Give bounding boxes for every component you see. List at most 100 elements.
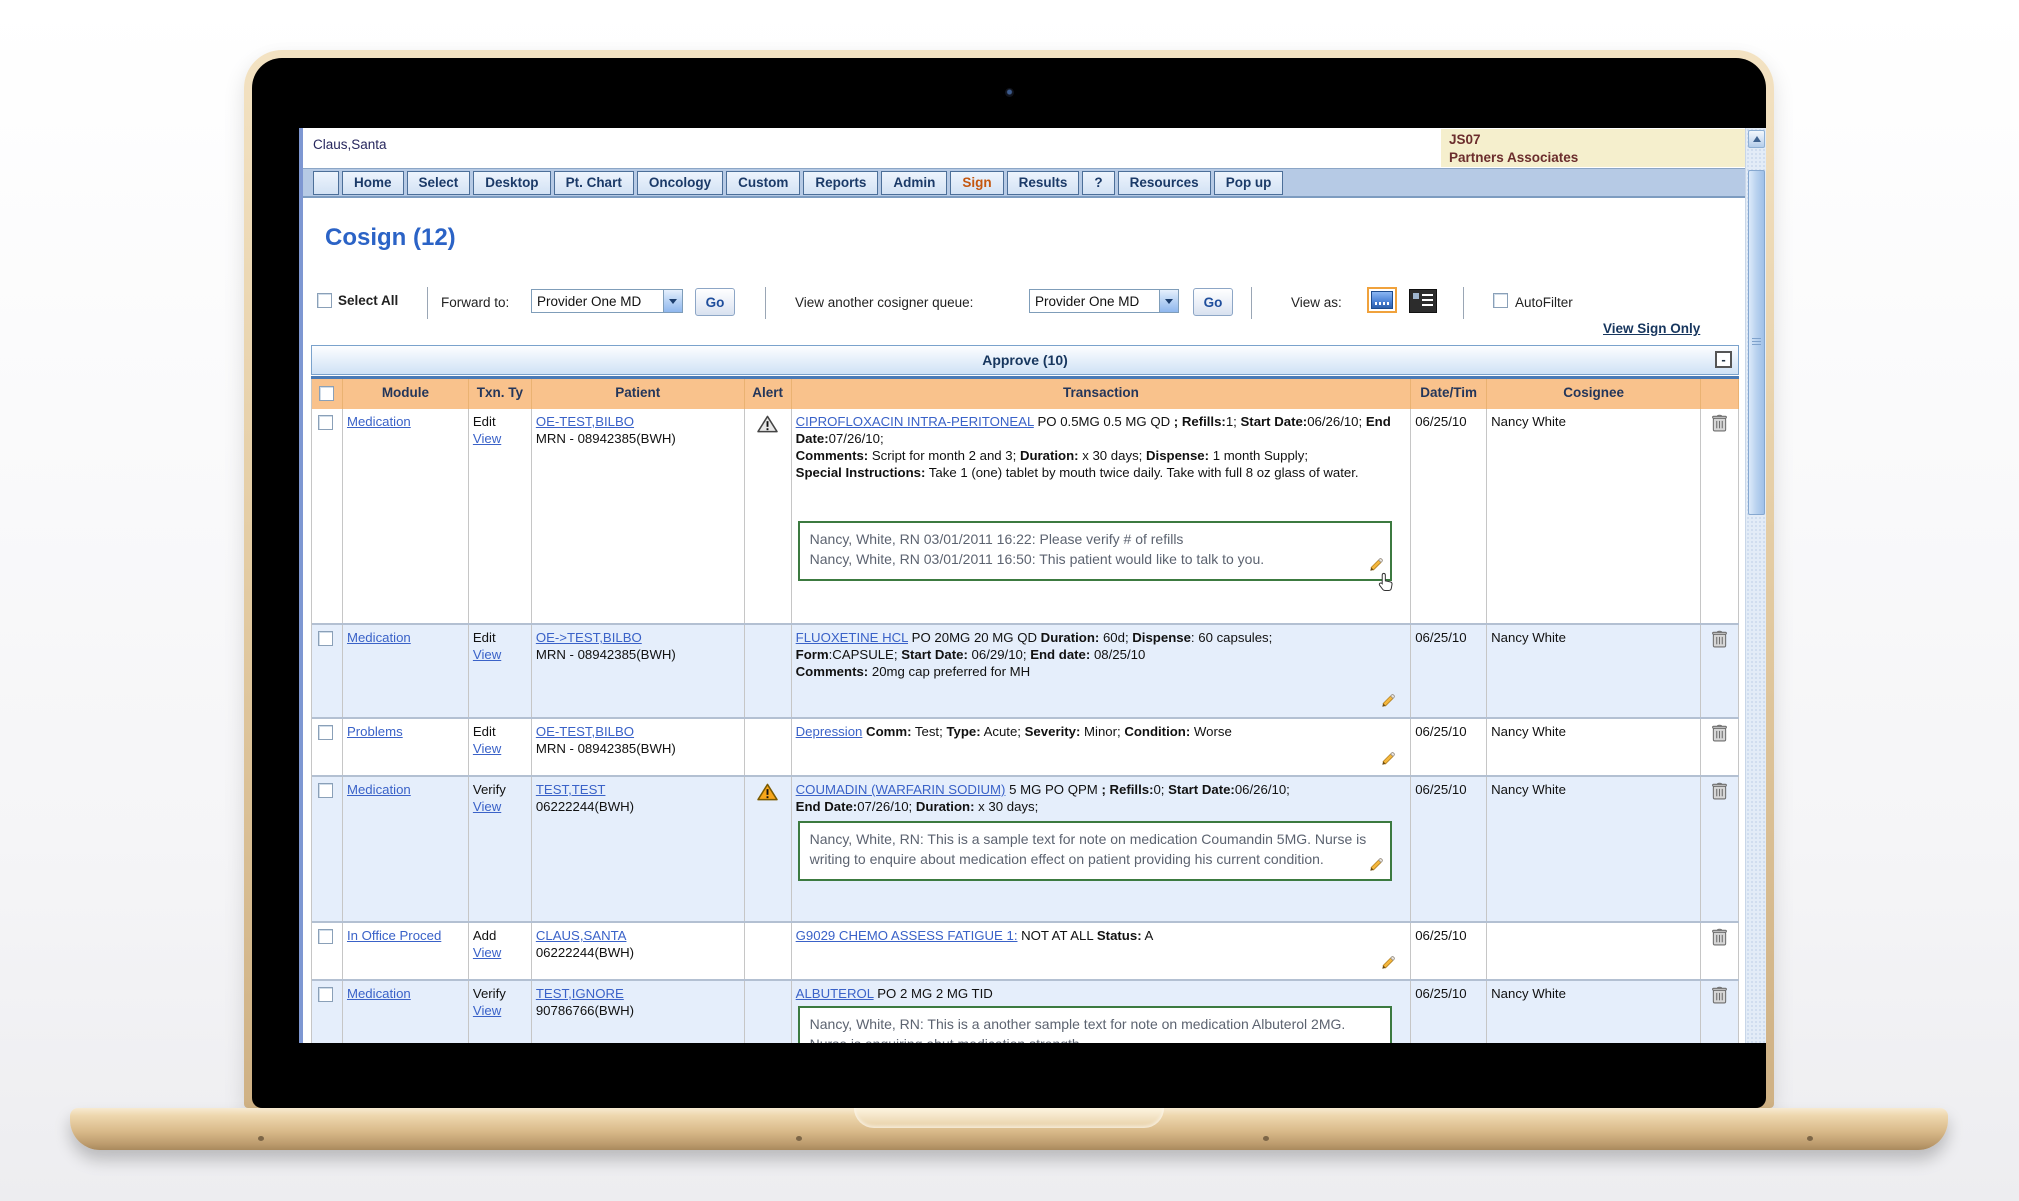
edit-note-pencil-icon[interactable]: [1381, 693, 1396, 708]
table-header-row: ModuleTxn. TyPatientAlertTransactionDate…: [312, 379, 1739, 409]
row-checkbox[interactable]: [318, 725, 333, 740]
delete-cell[interactable]: [1701, 923, 1739, 979]
queue-value: Provider One MD: [1030, 294, 1159, 309]
forward-to-select[interactable]: Provider One MD: [531, 289, 683, 313]
module-link[interactable]: In Office Proced: [347, 928, 441, 943]
edit-note-pencil[interactable]: [1369, 857, 1384, 877]
scrollbar-thumb[interactable]: [1748, 170, 1765, 515]
delete-cell[interactable]: [1701, 625, 1739, 717]
module-link[interactable]: Problems: [347, 724, 403, 739]
delete-cell[interactable]: [1701, 409, 1739, 623]
txn-view-link[interactable]: View: [473, 740, 501, 757]
edit-note-pencil[interactable]: [1381, 955, 1396, 974]
edit-note-pencil[interactable]: [1381, 751, 1396, 770]
tab-home[interactable]: Home: [342, 171, 404, 195]
edit-note-pencil-icon[interactable]: [1381, 751, 1396, 766]
transaction-link[interactable]: Depression: [796, 724, 863, 739]
tab-resources[interactable]: Resources: [1118, 171, 1211, 195]
tab-oncology[interactable]: Oncology: [637, 171, 723, 195]
collapse-section-button[interactable]: -: [1715, 351, 1732, 368]
txn-action-label: Edit: [473, 723, 527, 740]
edit-note-pencil-icon[interactable]: [1381, 955, 1396, 970]
transaction-link[interactable]: FLUOXETINE HCL: [796, 630, 908, 645]
autofilter-label: AutoFilter: [1515, 295, 1573, 310]
tab-admin[interactable]: Admin: [881, 171, 947, 195]
patient-link[interactable]: OE-TEST,BILBO: [536, 414, 634, 429]
row-checkbox[interactable]: [318, 631, 333, 646]
main-nav-bar: HomeSelectDesktopPt. ChartOncologyCustom…: [303, 168, 1766, 198]
txn-view-link[interactable]: View: [473, 798, 501, 815]
delete-trash-icon[interactable]: [1712, 414, 1727, 432]
tab-reports[interactable]: Reports: [803, 171, 878, 195]
chevron-down-icon[interactable]: [663, 290, 682, 312]
edit-note-pencil[interactable]: [1369, 1042, 1384, 1043]
transaction-link[interactable]: G9029 CHEMO ASSESS FATIGUE 1:: [796, 928, 1018, 943]
edit-note-pencil-icon[interactable]: [1369, 557, 1384, 572]
delete-cell[interactable]: [1701, 719, 1739, 775]
edit-note-pencil[interactable]: [1381, 693, 1396, 712]
view-as-label: View as:: [1291, 295, 1342, 310]
tab-select[interactable]: Select: [407, 171, 471, 195]
detail-view-icon[interactable]: [1409, 289, 1437, 313]
module-link[interactable]: Medication: [347, 782, 411, 797]
tab-pt-chart[interactable]: Pt. Chart: [554, 171, 634, 195]
patient-link[interactable]: CLAUS,SANTA: [536, 928, 627, 943]
view-sign-only-link[interactable]: View Sign Only: [1603, 321, 1700, 336]
module-link[interactable]: Medication: [347, 986, 411, 1001]
row-checkbox-cell: [312, 719, 343, 775]
delete-trash-icon[interactable]: [1712, 630, 1727, 648]
txn-view-link[interactable]: View: [473, 646, 501, 663]
patient-link[interactable]: TEST,TEST: [536, 782, 606, 797]
edit-note-pencil-icon[interactable]: [1369, 857, 1384, 872]
transaction-text: 0;: [1153, 782, 1168, 797]
delete-trash-icon[interactable]: [1712, 724, 1727, 742]
patient-cell: TEST,IGNORE90786766(BWH): [532, 981, 745, 1043]
patient-cell: TEST,TEST06222244(BWH): [532, 777, 745, 921]
scroll-up-arrow-icon[interactable]: [1748, 130, 1765, 148]
transaction-field-label: Form: [796, 647, 829, 662]
txn-view-link[interactable]: View: [473, 1002, 501, 1019]
transaction-link[interactable]: COUMADIN (WARFARIN SODIUM): [796, 782, 1006, 797]
delete-cell[interactable]: [1701, 981, 1739, 1043]
transaction-link[interactable]: ALBUTEROL: [796, 986, 874, 1001]
transaction-link[interactable]: CIPROFLOXACIN INTRA-PERITONEAL: [796, 414, 1034, 429]
delete-cell[interactable]: [1701, 777, 1739, 921]
tab-[interactable]: ?: [1082, 171, 1114, 195]
summary-view-icon[interactable]: [1367, 287, 1397, 313]
patient-link[interactable]: OE-TEST,BILBO: [536, 724, 634, 739]
vertical-scrollbar[interactable]: [1745, 128, 1766, 1043]
tab-custom[interactable]: Custom: [726, 171, 800, 195]
queue-go-button[interactable]: Go: [1193, 288, 1233, 316]
row-checkbox[interactable]: [318, 987, 333, 1002]
module-link[interactable]: Medication: [347, 414, 411, 429]
tab-sign[interactable]: Sign: [950, 171, 1003, 195]
row-checkbox[interactable]: [318, 783, 333, 798]
row-checkbox[interactable]: [318, 415, 333, 430]
laptop-foot: [258, 1136, 264, 1141]
edit-note-pencil-icon[interactable]: [1369, 1042, 1384, 1043]
patient-link[interactable]: TEST,IGNORE: [536, 986, 624, 1001]
patient-link[interactable]: OE->TEST,BILBO: [536, 630, 642, 645]
header-select-checkbox[interactable]: [319, 386, 334, 401]
transaction-text: 06/26/10;: [1307, 414, 1366, 429]
tab-results[interactable]: Results: [1007, 171, 1080, 195]
queue-select[interactable]: Provider One MD: [1029, 289, 1179, 313]
txn-view-link[interactable]: View: [473, 944, 501, 961]
chevron-down-icon[interactable]: [1159, 290, 1178, 312]
autofilter-checkbox[interactable]: [1493, 293, 1508, 308]
select-all-checkbox[interactable]: [317, 293, 332, 308]
row-checkbox[interactable]: [318, 929, 333, 944]
transaction-text: 06/26/10;: [1235, 782, 1290, 797]
page-title: Cosign (12): [325, 224, 456, 252]
patient-mrn: MRN - 08942385(BWH): [536, 646, 740, 663]
delete-trash-icon[interactable]: [1712, 928, 1727, 946]
tab-desktop[interactable]: Desktop: [473, 171, 550, 195]
delete-trash-icon[interactable]: [1712, 782, 1727, 800]
txn-view-link[interactable]: View: [473, 430, 501, 447]
transaction-text: Take 1 (one) tablet by mouth twice daily…: [925, 465, 1358, 480]
tab-pop-up[interactable]: Pop up: [1214, 171, 1284, 195]
forward-go-button[interactable]: Go: [695, 288, 735, 316]
module-link[interactable]: Medication: [347, 630, 411, 645]
delete-trash-icon[interactable]: [1712, 986, 1727, 1004]
site-banner: JS07 Partners Associates: [1441, 129, 1745, 167]
